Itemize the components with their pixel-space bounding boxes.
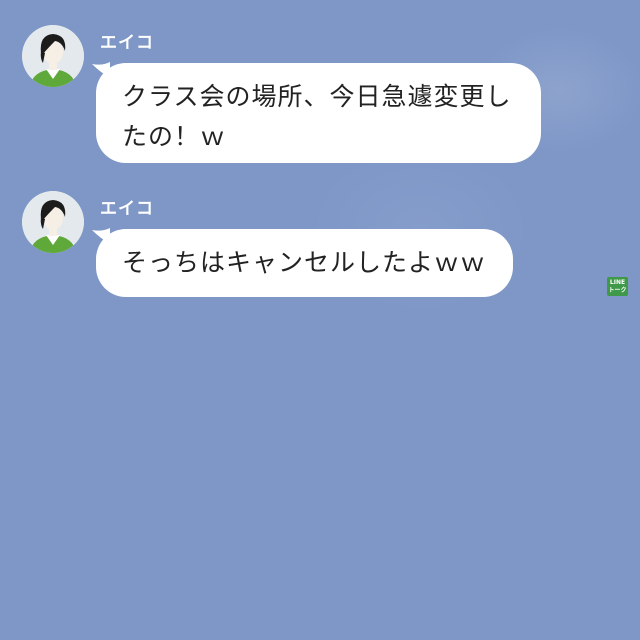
avatar[interactable] [22,25,84,87]
person-icon [22,25,84,87]
line-logo-subtext: トーク [608,287,627,294]
message-bubble[interactable]: クラス会の場所、今日急遽変更し たの！ｗ [96,63,541,163]
message-bubble[interactable]: そっちはキャンセルしたよｗｗ [96,229,513,297]
sender-name: エイコ [100,33,154,53]
line-logo-text: LINE [609,279,626,286]
sender-name: エイコ [100,199,154,219]
avatar[interactable] [22,191,84,253]
person-icon [22,191,84,253]
line-logo-badge: LINE トーク [607,277,628,296]
